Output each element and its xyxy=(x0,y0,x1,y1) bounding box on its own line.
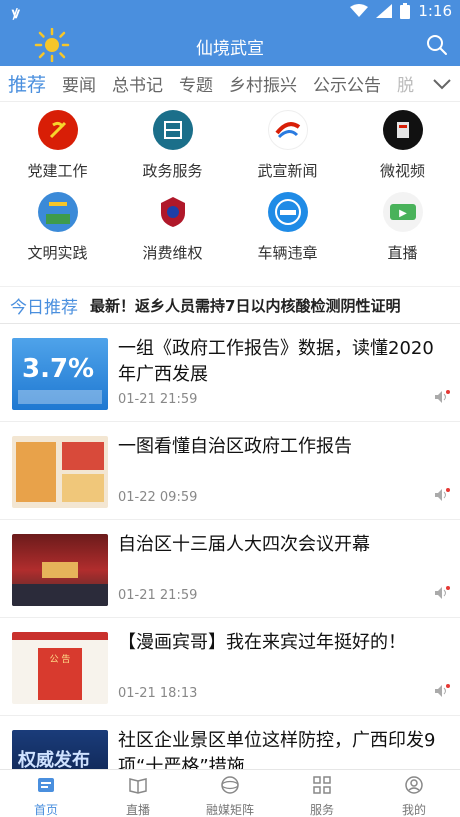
signal-icon xyxy=(376,4,393,18)
thumb-block xyxy=(62,442,104,470)
profile-icon xyxy=(403,776,425,800)
video-icon xyxy=(382,110,423,150)
news-title: 自治区十三届人大四次会议开幕 xyxy=(118,534,370,555)
bottom-nav: 首页 直播 融媒矩阵 服务 我的 xyxy=(0,769,460,817)
nav-media-matrix[interactable]: 融媒矩阵 xyxy=(184,770,276,817)
wifi-icon xyxy=(350,4,369,18)
grid-label: 武宣新闻 xyxy=(257,162,318,180)
speaker-icon[interactable] xyxy=(434,585,450,604)
party-icon xyxy=(37,110,78,150)
speaker-icon[interactable] xyxy=(434,487,450,506)
thumb-notice: 公 告 xyxy=(38,648,82,700)
header: 仙境武宣 xyxy=(0,24,460,66)
news-icon xyxy=(267,110,308,150)
tab-announcements[interactable]: 公示公告 xyxy=(313,71,381,96)
today-headline[interactable]: 最新！返乡人员需持7日以内核酸检测阴性证明 xyxy=(90,295,400,316)
nav-profile[interactable]: 我的 xyxy=(368,770,460,817)
grid-label: 直播 xyxy=(387,244,418,262)
grid-item-live[interactable]: ▶ 直播 xyxy=(345,192,460,263)
news-item[interactable]: 权威发布 社区企业景区单位这样防控，广西印发9项“十严格”措施 xyxy=(0,716,460,780)
grid-label: 微视频 xyxy=(379,162,425,180)
thumb-caption: 3.7% xyxy=(22,354,95,384)
speaker-icon[interactable] xyxy=(434,683,450,702)
news-item[interactable]: 自治区十三届人大四次会议开幕 01-21 21:59 xyxy=(0,520,460,618)
service-grid: 党建工作 政务服务 武宣新闻 微视频 文明实践 消费维权 车辆违章 ▶ 直播 xyxy=(0,106,460,276)
news-time: 01-22 09:59 xyxy=(118,490,198,505)
news-thumbnail: 公 告 xyxy=(12,632,108,704)
news-title: 【漫画宾哥】我在来宾过年挺好的！ xyxy=(118,632,406,653)
top-app-bar: ꝟ 1:16 仙境武宣 xyxy=(0,0,460,66)
news-thumbnail xyxy=(12,436,108,508)
grid-item-civilization[interactable]: 文明实践 xyxy=(0,192,115,263)
tab-general-secretary[interactable]: 总书记 xyxy=(112,71,163,96)
thumb-block xyxy=(16,442,56,502)
vehicle-icon xyxy=(267,192,308,232)
thumb-block xyxy=(62,474,104,502)
thumb-audience xyxy=(12,584,108,606)
tab-poverty[interactable]: 脱 xyxy=(397,71,414,96)
grid-item-vehicle-violation[interactable]: 车辆违章 xyxy=(230,192,345,263)
grid-label: 消费维权 xyxy=(142,244,203,262)
grid-label: 车辆违章 xyxy=(257,244,318,262)
grid-label: 党建工作 xyxy=(27,162,88,180)
status-left-icon: ꝟ xyxy=(12,4,20,22)
status-bar: ꝟ 1:16 xyxy=(0,0,460,24)
tab-rural-revitalization[interactable]: 乡村振兴 xyxy=(229,71,297,96)
search-icon[interactable] xyxy=(426,34,448,60)
nav-label: 我的 xyxy=(401,803,426,817)
news-time: 01-21 18:13 xyxy=(118,686,198,701)
news-item[interactable]: 一图看懂自治区政府工作报告 01-22 09:59 xyxy=(0,422,460,520)
svg-text:▶: ▶ xyxy=(399,208,407,219)
grid-item-government[interactable]: 政务服务 xyxy=(115,110,230,181)
news-title: 一组《政府工作报告》数据，读懂2020年广西发展 xyxy=(118,338,434,385)
home-icon xyxy=(35,778,57,800)
category-tabs: 推荐 要闻 总书记 专题 乡村振兴 公示公告 脱 xyxy=(0,66,460,102)
app-title: 仙境武宣 xyxy=(196,39,264,59)
nav-live[interactable]: 直播 xyxy=(92,770,184,817)
nav-label: 首页 xyxy=(33,803,58,817)
tab-special[interactable]: 专题 xyxy=(179,71,213,96)
news-time: 01-21 21:59 xyxy=(118,588,198,603)
grid-item-wuxuan-news[interactable]: 武宣新闻 xyxy=(230,110,345,181)
live-book-icon xyxy=(127,778,149,800)
news-title: 一图看懂自治区政府工作报告 xyxy=(118,436,352,457)
speaker-icon[interactable] xyxy=(434,389,450,408)
today-label: 今日推荐 xyxy=(10,297,78,318)
grid-label: 文明实践 xyxy=(27,244,88,262)
thumb-banner xyxy=(12,632,108,640)
grid-item-micro-video[interactable]: 微视频 xyxy=(345,110,460,181)
news-item[interactable]: 3.7% 一组《政府工作报告》数据，读懂2020年广西发展 01-21 21:5… xyxy=(0,324,460,422)
status-right: 1:16 xyxy=(350,2,452,20)
nav-label: 服务 xyxy=(309,803,334,817)
government-icon xyxy=(152,110,193,150)
news-thumbnail xyxy=(12,534,108,606)
thumb-bar xyxy=(18,390,102,404)
nav-home[interactable]: 首页 xyxy=(0,770,92,817)
grid-item-party[interactable]: 党建工作 xyxy=(0,110,115,181)
grid-label: 政务服务 xyxy=(142,162,203,180)
grid-item-consumer-rights[interactable]: 消费维权 xyxy=(115,192,230,263)
thumb-stage xyxy=(42,562,78,578)
battery-icon xyxy=(400,3,411,19)
tab-news[interactable]: 要闻 xyxy=(62,71,96,96)
chevron-down-icon[interactable] xyxy=(430,74,454,94)
civilization-icon xyxy=(37,192,78,232)
nav-services[interactable]: 服务 xyxy=(276,770,368,817)
status-time: 1:16 xyxy=(418,2,452,20)
services-grid-icon xyxy=(311,776,333,800)
nav-label: 融媒矩阵 xyxy=(205,803,254,817)
consumer-icon xyxy=(152,192,193,232)
news-item[interactable]: 公 告 【漫画宾哥】我在来宾过年挺好的！ 01-21 18:13 xyxy=(0,618,460,716)
live-icon: ▶ xyxy=(382,192,423,232)
nav-label: 直播 xyxy=(125,803,150,817)
tab-recommend[interactable]: 推荐 xyxy=(8,70,46,97)
news-thumbnail: 3.7% xyxy=(12,338,108,410)
today-recommend-bar[interactable]: 今日推荐 最新！返乡人员需持7日以内核酸检测阴性证明 xyxy=(0,286,460,324)
news-time: 01-21 21:59 xyxy=(118,392,198,407)
media-matrix-icon xyxy=(219,776,241,800)
